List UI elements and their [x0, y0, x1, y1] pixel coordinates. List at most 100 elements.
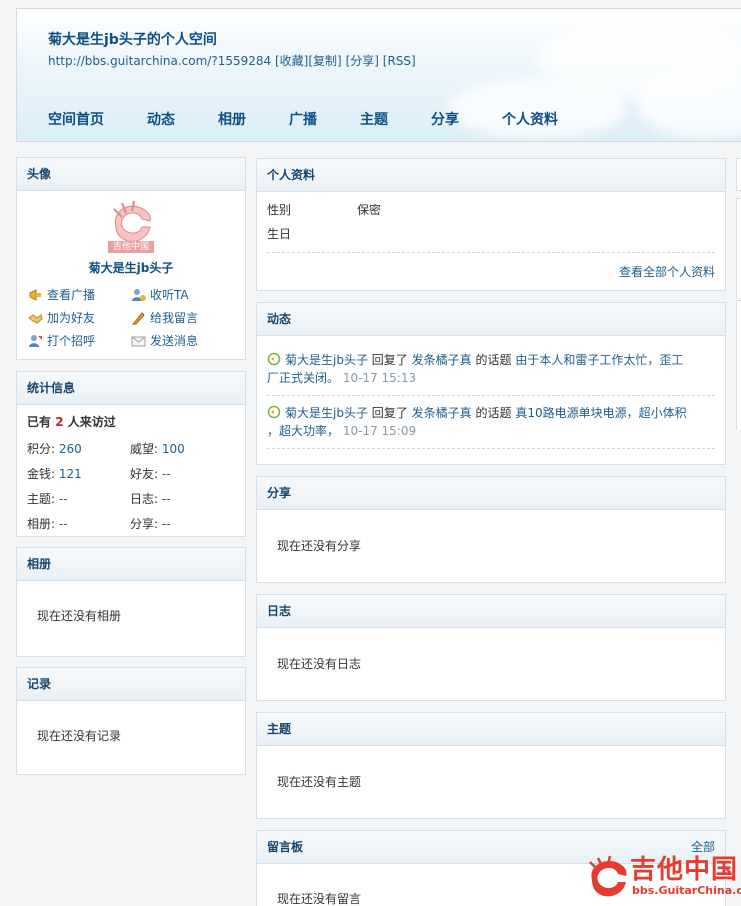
divider	[267, 252, 715, 253]
stat-value[interactable]: --	[162, 492, 171, 506]
stat-money: 金钱: 121	[27, 465, 130, 482]
avatar[interactable]: 吉他中国	[102, 197, 160, 255]
view-all-profile-link[interactable]: 查看全部个人资料	[619, 265, 715, 279]
stat-value[interactable]: --	[162, 467, 171, 481]
feed-user-link[interactable]: 菊大是生jb头子	[285, 353, 368, 367]
nav-threads[interactable]: 主题	[360, 109, 388, 129]
stat-albums: 相册: --	[27, 515, 130, 532]
envelope-icon	[131, 334, 146, 348]
rss-link[interactable]: [RSS]	[383, 54, 416, 68]
avatar-panel-title: 头像	[17, 158, 245, 191]
stat-value[interactable]: 260	[59, 442, 82, 456]
stat-label: 相册:	[27, 517, 56, 531]
stat-label: 主题:	[27, 492, 56, 506]
profile-row-birthday: 生日	[267, 222, 725, 246]
feed-topic-link[interactable]: 真10路电源单块电源，超小体积	[515, 406, 686, 420]
stat-points: 积分: 260	[27, 440, 130, 457]
stat-label: 威望:	[130, 442, 159, 456]
nav-broadcast[interactable]: 广播	[289, 109, 317, 129]
feed-action: 回复了	[371, 353, 408, 367]
feed-user-link[interactable]: 菊大是生jb头子	[285, 406, 368, 420]
feed-topic-link[interactable]: 由于本人和雷子工作太忙，歪工	[515, 353, 683, 367]
stat-label: 金钱:	[27, 467, 56, 481]
nav-feed[interactable]: 动态	[147, 109, 175, 129]
favorite-link[interactable]: [收藏]	[275, 54, 308, 68]
space-title[interactable]: 菊大是生jb头子的个人空间	[48, 29, 217, 49]
visit-count-text: 已有 2 人来访过	[17, 405, 245, 430]
profile-row-gender: 性别 保密	[267, 198, 725, 222]
stat-value[interactable]: 100	[162, 442, 185, 456]
watermark-brand: 吉他中国	[630, 855, 739, 885]
feed-time: 10-17 15:09	[342, 424, 417, 438]
feed-target-user-link[interactable]: 发条橘子真	[412, 353, 472, 367]
follow-button[interactable]: 收听TA	[131, 286, 231, 303]
nav-album[interactable]: 相册	[218, 109, 246, 129]
feed-topic-link[interactable]: ，超大功率，	[267, 424, 339, 438]
stats-grid: 积分: 260 威望: 100 金钱: 121 好友: -- 主题: -- 日志…	[27, 440, 245, 532]
stat-value[interactable]: --	[162, 517, 171, 531]
watermark-site: bbs.GuitarChina.com	[632, 884, 741, 897]
follow-label: 收听TA	[150, 288, 189, 302]
pencil-icon	[131, 311, 146, 325]
leave-message-button[interactable]: 给我留言	[131, 309, 231, 326]
record-panel-title: 记录	[17, 668, 245, 701]
feed-item: 菊大是生jb头子 回复了 发条橘子真 的话题 真10路电源单块电源，超小体积 ，…	[267, 396, 715, 449]
right-column-edge	[736, 300, 741, 430]
logo-text: 吉他中国	[112, 242, 149, 252]
thread-panel-title: 主题	[257, 713, 725, 746]
record-panel: 记录 现在还没有记录	[16, 667, 246, 775]
profile-value: 保密	[357, 203, 382, 217]
visit-count: 2	[55, 415, 64, 429]
share-empty-text: 现在还没有分享	[277, 539, 362, 553]
blog-panel: 日志 现在还没有日志	[256, 594, 726, 701]
share-link[interactable]: [分享]	[346, 54, 379, 68]
profile-panel-title: 个人资料	[257, 159, 725, 192]
view-broadcast-button[interactable]: 查看广播	[28, 286, 131, 303]
album-empty-text: 现在还没有相册	[37, 609, 122, 623]
stats-panel: 统计信息 已有 2 人来访过 积分: 260 威望: 100 金钱: 121 好…	[16, 371, 246, 537]
blog-empty-text: 现在还没有日志	[277, 657, 362, 671]
nav-share[interactable]: 分享	[431, 109, 459, 129]
right-column-edge	[736, 158, 741, 191]
feed-item: 菊大是生jb头子 回复了 发条橘子真 的话题 由于本人和雷子工作太忙，歪工 厂正…	[267, 343, 715, 396]
stat-threads: 主题: --	[27, 490, 130, 507]
stat-label: 日志:	[130, 492, 159, 506]
stat-value[interactable]: --	[59, 492, 68, 506]
album-panel: 相册 现在还没有相册	[16, 547, 246, 657]
nav-profile[interactable]: 个人资料	[502, 109, 558, 129]
send-message-button[interactable]: 发送消息	[131, 332, 231, 349]
copy-link[interactable]: [复制]	[308, 54, 341, 68]
feed-target-user-link[interactable]: 发条橘子真	[412, 406, 472, 420]
leave-message-label: 给我留言	[150, 311, 199, 325]
handshake-icon	[28, 311, 43, 325]
feed-panel: 动态 菊大是生jb头子 回复了 发条橘子真 的话题 由于本人和雷子工作太忙，歪工…	[256, 302, 726, 465]
reply-icon	[267, 405, 281, 419]
greet-button[interactable]: 打个招呼	[28, 332, 131, 349]
view-broadcast-label: 查看广播	[47, 288, 96, 302]
stat-shares: 分享: --	[130, 515, 230, 532]
add-friend-label: 加为好友	[47, 311, 96, 325]
avatar-panel: 头像 吉他中国 菊大是生jb头子 查看广播 收听TA 加为好友 给我留言 打个招…	[16, 157, 246, 360]
profile-actions: 查看广播 收听TA 加为好友 给我留言 打个招呼 发送消息	[28, 286, 245, 349]
thread-empty-text: 现在还没有主题	[277, 775, 362, 789]
space-url-line: http://bbs.guitarchina.com/?1559284 [收藏]…	[48, 52, 416, 69]
share-panel: 分享 现在还没有分享	[256, 476, 726, 583]
visit-prefix: 已有	[27, 415, 52, 429]
nav-home[interactable]: 空间首页	[48, 109, 104, 129]
space-nav: 空间首页 动态 相册 广播 主题 分享 个人资料	[48, 109, 601, 129]
stat-prestige: 威望: 100	[130, 440, 230, 457]
stat-friends: 好友: --	[130, 465, 230, 482]
space-url[interactable]: http://bbs.guitarchina.com/?1559284	[48, 54, 271, 68]
feed-mid-text: 的话题	[475, 353, 512, 367]
username[interactable]: 菊大是生jb头子	[17, 259, 245, 276]
feed-topic-link[interactable]: 厂正式关闭。	[267, 371, 339, 385]
add-friend-button[interactable]: 加为好友	[28, 309, 131, 326]
profile-key: 生日	[267, 227, 292, 241]
stat-blogs: 日志: --	[130, 490, 230, 507]
stat-value[interactable]: 121	[59, 467, 82, 481]
greet-icon	[28, 334, 43, 348]
record-empty-text: 现在还没有记录	[37, 729, 122, 743]
stat-label: 分享:	[130, 517, 159, 531]
album-panel-title: 相册	[17, 548, 245, 581]
stat-value[interactable]: --	[59, 517, 68, 531]
